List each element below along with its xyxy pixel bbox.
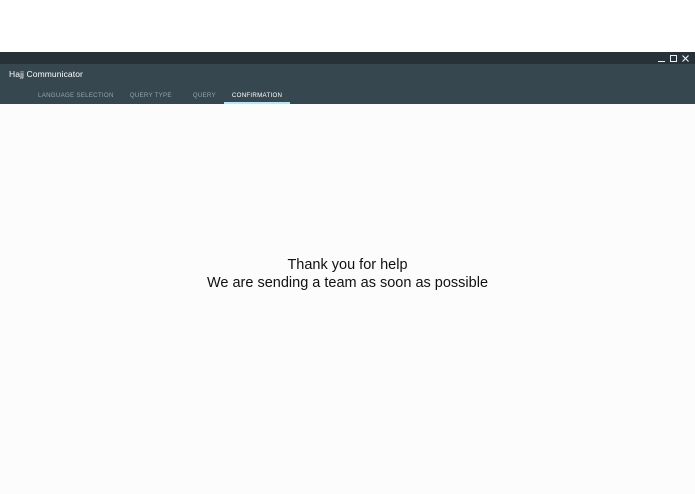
app-header: Hajj Communicator LANGUAGE SELECTION QUE… xyxy=(0,64,695,104)
app-window: Hajj Communicator LANGUAGE SELECTION QUE… xyxy=(0,52,695,494)
tab-language-selection[interactable]: LANGUAGE SELECTION xyxy=(30,89,122,104)
desktop-background xyxy=(0,0,695,52)
tab-bar: LANGUAGE SELECTION QUERY TYPE QUERY CONF… xyxy=(30,89,291,104)
confirmation-message: Thank you for help We are sending a team… xyxy=(0,256,695,292)
tab-confirmation[interactable]: CONFIRMATION xyxy=(223,89,291,104)
tab-query[interactable]: QUERY xyxy=(185,89,224,104)
confirmation-panel: Thank you for help We are sending a team… xyxy=(0,104,695,494)
maximize-icon[interactable] xyxy=(670,54,677,62)
app-title: Hajj Communicator xyxy=(9,69,83,79)
window-titlebar[interactable] xyxy=(0,52,695,64)
minimize-icon[interactable] xyxy=(658,55,665,62)
close-icon[interactable] xyxy=(682,54,689,62)
team-dispatch-text: We are sending a team as soon as possibl… xyxy=(206,275,489,291)
screen: Hajj Communicator LANGUAGE SELECTION QUE… xyxy=(0,0,695,494)
tab-query-type[interactable]: QUERY TYPE xyxy=(122,89,180,104)
window-controls xyxy=(658,52,689,64)
thank-you-text: Thank you for help xyxy=(287,257,408,273)
